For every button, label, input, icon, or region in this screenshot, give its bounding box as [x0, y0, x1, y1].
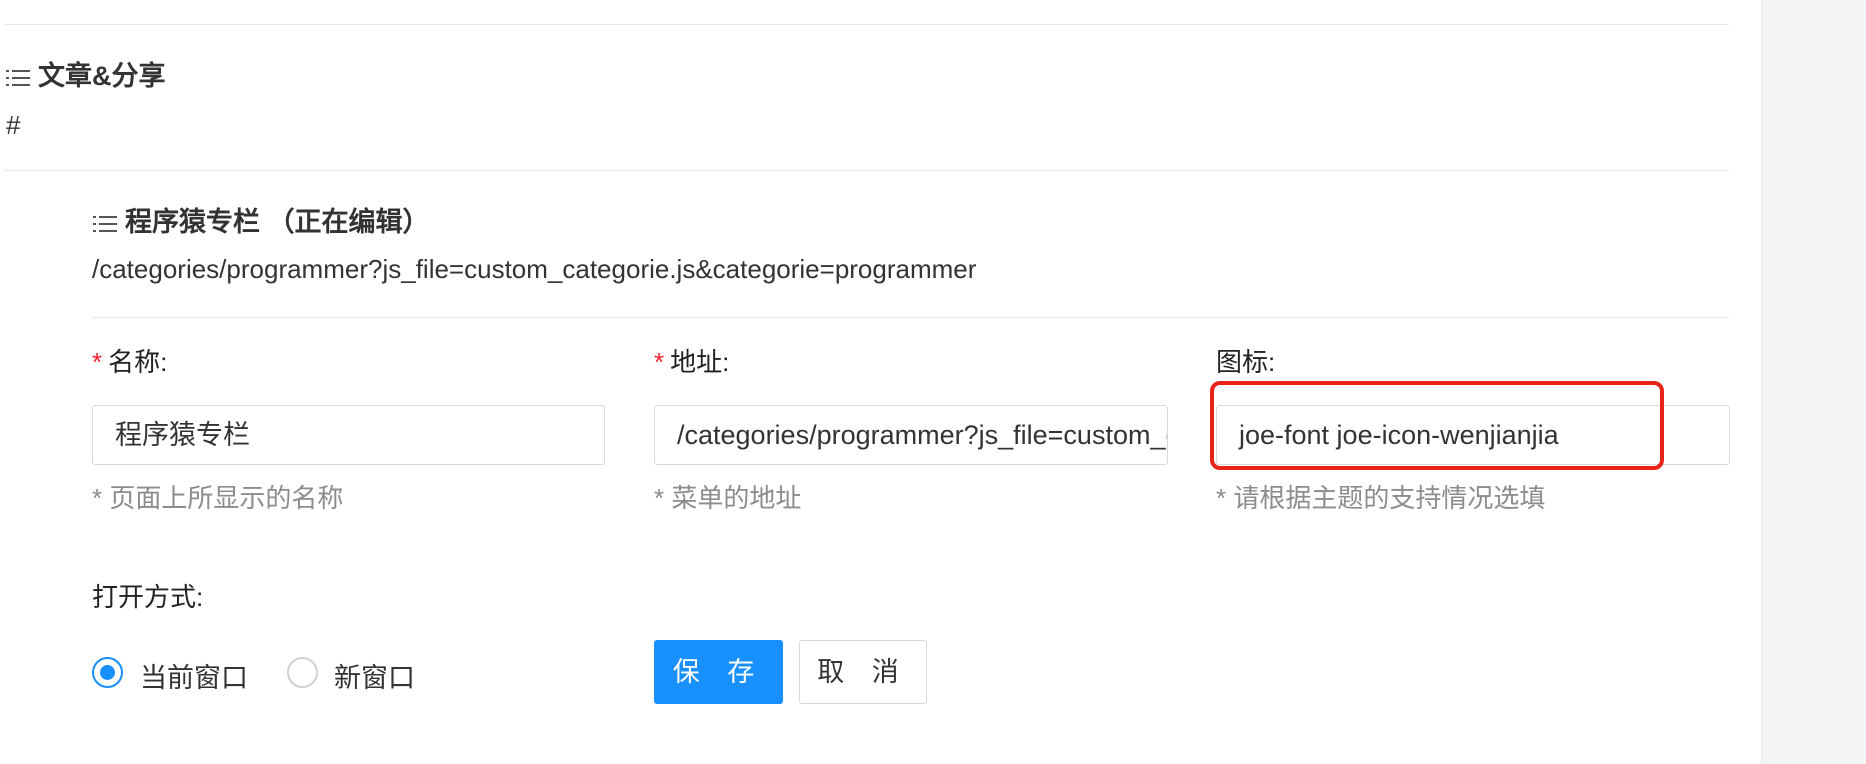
radio-new-window[interactable]: [287, 657, 318, 688]
icon-label: 图标:: [1216, 347, 1276, 377]
top-divider: [4, 24, 1729, 25]
menu-item-title[interactable]: 文章&分享: [6, 54, 166, 93]
required-mark: *: [92, 347, 103, 377]
url-help: * 菜单的地址: [654, 483, 802, 513]
name-label-text: 名称:: [108, 347, 168, 377]
radio-current-window[interactable]: [92, 657, 123, 688]
highlight-annotation-box: [1210, 381, 1664, 470]
url-label: * 地址:: [654, 342, 729, 379]
cancel-button[interactable]: 取 消: [799, 640, 927, 704]
url-input[interactable]: /categories/programmer?js_file=custom_ca…: [654, 405, 1168, 465]
name-label: * 名称:: [92, 342, 167, 379]
icon-help: * 请根据主题的支持情况选填: [1216, 483, 1546, 513]
menu-item-divider: [4, 170, 1729, 171]
editing-menu-item-title-text: 程序猿专栏 （正在编辑）: [125, 207, 430, 237]
right-side-panel: [1762, 0, 1866, 764]
list-icon: [6, 64, 30, 86]
menu-item-title-text: 文章&分享: [38, 61, 166, 91]
radio-current-window-label[interactable]: 当前窗口: [140, 656, 248, 695]
menu-item-url: #: [6, 110, 21, 140]
editing-menu-item-title[interactable]: 程序猿专栏 （正在编辑）: [93, 200, 430, 239]
edit-form-divider: [92, 317, 1729, 318]
name-input[interactable]: 程序猿专栏: [92, 405, 605, 465]
editing-menu-item-url: /categories/programmer?js_file=custom_ca…: [92, 254, 977, 284]
radio-new-window-label[interactable]: 新窗口: [334, 656, 415, 695]
name-help: * 页面上所显示的名称: [92, 483, 344, 513]
required-mark: *: [654, 347, 665, 377]
open-mode-label: 打开方式:: [92, 582, 204, 612]
url-label-text: 地址:: [670, 347, 730, 377]
save-button[interactable]: 保 存: [654, 640, 783, 704]
list-icon: [93, 210, 117, 232]
